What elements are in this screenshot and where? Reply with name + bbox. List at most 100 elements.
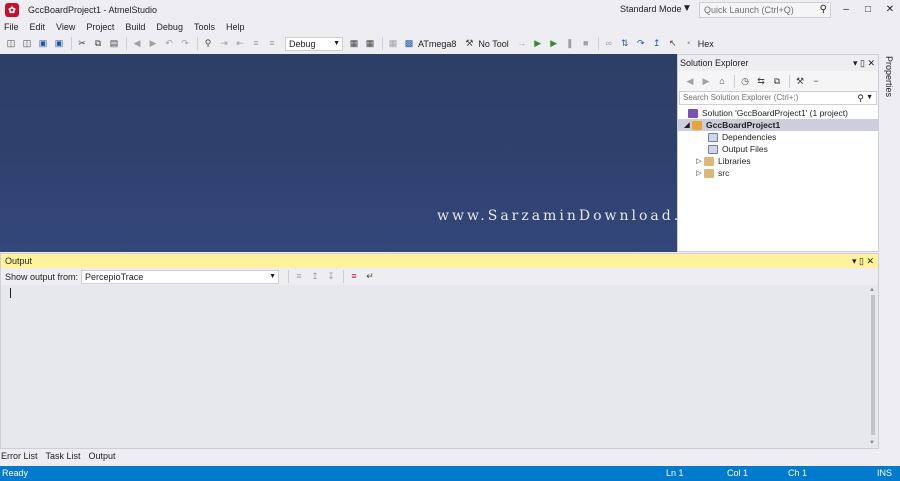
start-without-debugging-icon[interactable]: ▶ [547, 37, 561, 50]
search-icon[interactable]: ⚲ [857, 92, 864, 104]
tree-item-project[interactable]: ◢ GccBoardProject1 [678, 119, 878, 131]
maximize-button[interactable]: □ [857, 2, 879, 18]
minimize-button[interactable]: – [835, 2, 857, 18]
indent-icon[interactable]: ⇥ [217, 37, 231, 50]
previous-message-icon[interactable]: ↥ [308, 270, 322, 283]
solution-search-input[interactable]: Search Solution Explorer (Ctrl+;) ⚲ ▼ [679, 91, 877, 105]
start-debugging-icon[interactable]: ▶ [531, 37, 545, 50]
output-scrollbar[interactable]: ▲ ▼ [868, 285, 878, 448]
save-icon[interactable]: ▣ [36, 37, 50, 50]
chevron-down-icon[interactable]: ▼ [866, 92, 873, 104]
cursor-icon[interactable]: ↖ [666, 37, 680, 50]
show-all-files-icon[interactable]: ⧉ [770, 75, 784, 88]
tree-item-libraries[interactable]: ▷ Libraries [678, 155, 878, 167]
collapsed-arrow-icon[interactable]: ▷ [694, 157, 704, 165]
status-line: Ln 1 [666, 468, 684, 478]
step-out-icon[interactable]: ↥ [650, 37, 664, 50]
history-icon[interactable]: ◷ [738, 75, 752, 88]
panel-controls[interactable]: ▾ ▯ ✕ [852, 254, 874, 268]
uncomment-icon[interactable]: ≡ [265, 37, 279, 50]
tree-item-label: src [718, 168, 730, 178]
paste-icon[interactable]: ▤ [107, 37, 121, 50]
tab-error-list[interactable]: Error List [0, 449, 42, 464]
step-over-icon[interactable]: ↷ [634, 37, 648, 50]
tree-item-dependencies[interactable]: Dependencies [678, 131, 878, 143]
filter-icon[interactable]: ▼ [682, 3, 692, 14]
undo-icon[interactable]: ↶ [162, 37, 176, 50]
clear-all-icon[interactable]: ≡ [347, 270, 361, 283]
rebuild-icon[interactable]: ▦ [363, 37, 377, 50]
menu-debug[interactable]: Debug [152, 20, 190, 34]
tree-item-src[interactable]: ▷ src [678, 167, 878, 179]
tree-item-solution[interactable]: Solution 'GccBoardProject1' (1 project) [678, 107, 878, 119]
hex-display-toggle[interactable]: Hex [698, 39, 714, 49]
menu-project[interactable]: Project [82, 20, 121, 34]
scroll-up-icon[interactable]: ▲ [869, 287, 875, 293]
open-folder-icon[interactable]: ◫ [20, 37, 34, 50]
panel-controls[interactable]: ▾ ▯ ✕ [853, 55, 875, 71]
device-programming-icon[interactable]: ▦ [386, 37, 400, 50]
new-project-icon[interactable]: ◫ [4, 37, 18, 50]
configuration-select[interactable]: Debug ▼ [285, 36, 343, 51]
expanded-arrow-icon[interactable]: ◢ [682, 121, 692, 129]
output-panel: Output ▾ ▯ ✕ Show output from: PercepioT… [0, 253, 879, 449]
quick-launch-input[interactable]: Quick Launch (Ctrl+Q) ⚲ [699, 2, 831, 18]
menu-tools[interactable]: Tools [190, 20, 222, 34]
forward-icon[interactable]: ▶ [699, 75, 713, 88]
outdent-icon[interactable]: ⇤ [233, 37, 247, 50]
step-icon[interactable]: → [515, 37, 529, 50]
tool-label[interactable]: No Tool [478, 39, 508, 49]
copy-icon[interactable]: ⧉ [91, 37, 105, 50]
cut-icon[interactable]: ✂ [75, 37, 89, 50]
breakpoint-icon[interactable]: • [682, 37, 696, 50]
collapsed-arrow-icon[interactable]: ▷ [694, 169, 704, 177]
scroll-down-icon[interactable]: ▼ [869, 440, 875, 446]
tab-task-list[interactable]: Task List [45, 449, 85, 464]
back-icon[interactable]: ◀ [130, 37, 144, 50]
comment-icon[interactable]: ≡ [249, 37, 263, 50]
search-icon[interactable]: ⚲ [820, 3, 827, 17]
menu-bar: File Edit View Project Build Debug Tools… [0, 20, 251, 34]
toolbar-separator [343, 270, 345, 283]
find-message-icon[interactable]: ≡ [292, 270, 306, 283]
solution-icon [688, 108, 698, 118]
forward-icon[interactable]: ▶ [146, 37, 160, 50]
menu-view[interactable]: View [52, 20, 82, 34]
output-header: Output ▾ ▯ ✕ [1, 254, 878, 268]
tool-icon[interactable]: ⚒ [462, 37, 476, 50]
properties-sidebar-tab[interactable]: Properties [880, 54, 900, 252]
scroll-thumb[interactable] [871, 295, 875, 435]
close-button[interactable]: ✕ [879, 2, 900, 18]
step-into-icon[interactable]: ⇅ [618, 37, 632, 50]
build-icon[interactable]: ▦ [347, 37, 361, 50]
window-title: GccBoardProject1 - AtmelStudio [28, 5, 158, 15]
disassembly-icon[interactable]: ∞ [602, 37, 616, 50]
properties-icon[interactable]: ⚒ [793, 75, 807, 88]
word-wrap-icon[interactable]: ↵ [363, 270, 377, 283]
mode-label: Standard Mode [620, 4, 682, 14]
collapse-icon[interactable]: − [809, 75, 823, 88]
output-text-area[interactable] [1, 285, 868, 448]
menu-edit[interactable]: Edit [26, 20, 53, 34]
sync-icon[interactable]: ⇆ [754, 75, 768, 88]
pause-icon[interactable]: ❚ [563, 37, 577, 50]
chip-icon[interactable]: ▩ [402, 37, 416, 50]
tab-output[interactable]: Output [88, 449, 120, 464]
find-icon[interactable]: ⚲ [201, 37, 215, 50]
menu-build[interactable]: Build [121, 20, 152, 34]
menu-help[interactable]: Help [222, 20, 252, 34]
save-all-icon[interactable]: ▣ [52, 37, 66, 50]
menu-file[interactable]: File [0, 20, 26, 34]
toolbar-separator [789, 74, 790, 88]
back-icon[interactable]: ◀ [683, 75, 697, 88]
next-message-icon[interactable]: ↧ [324, 270, 338, 283]
stop-icon[interactable]: ■ [579, 37, 593, 50]
solution-explorer-panel: Solution Explorer ▾ ▯ ✕ ◀ ▶ ⌂ ◷ ⇆ ⧉ ⚒ − … [677, 54, 879, 252]
redo-icon[interactable]: ↷ [178, 37, 192, 50]
atmel-studio-icon: ✿ [5, 3, 19, 17]
solution-explorer-header: Solution Explorer ▾ ▯ ✕ [678, 55, 878, 71]
home-icon[interactable]: ⌂ [715, 75, 729, 88]
tree-item-output-files[interactable]: Output Files [678, 143, 878, 155]
output-source-select[interactable]: PercepioTrace ▼ [81, 269, 280, 284]
device-label[interactable]: ATmega8 [418, 39, 456, 49]
